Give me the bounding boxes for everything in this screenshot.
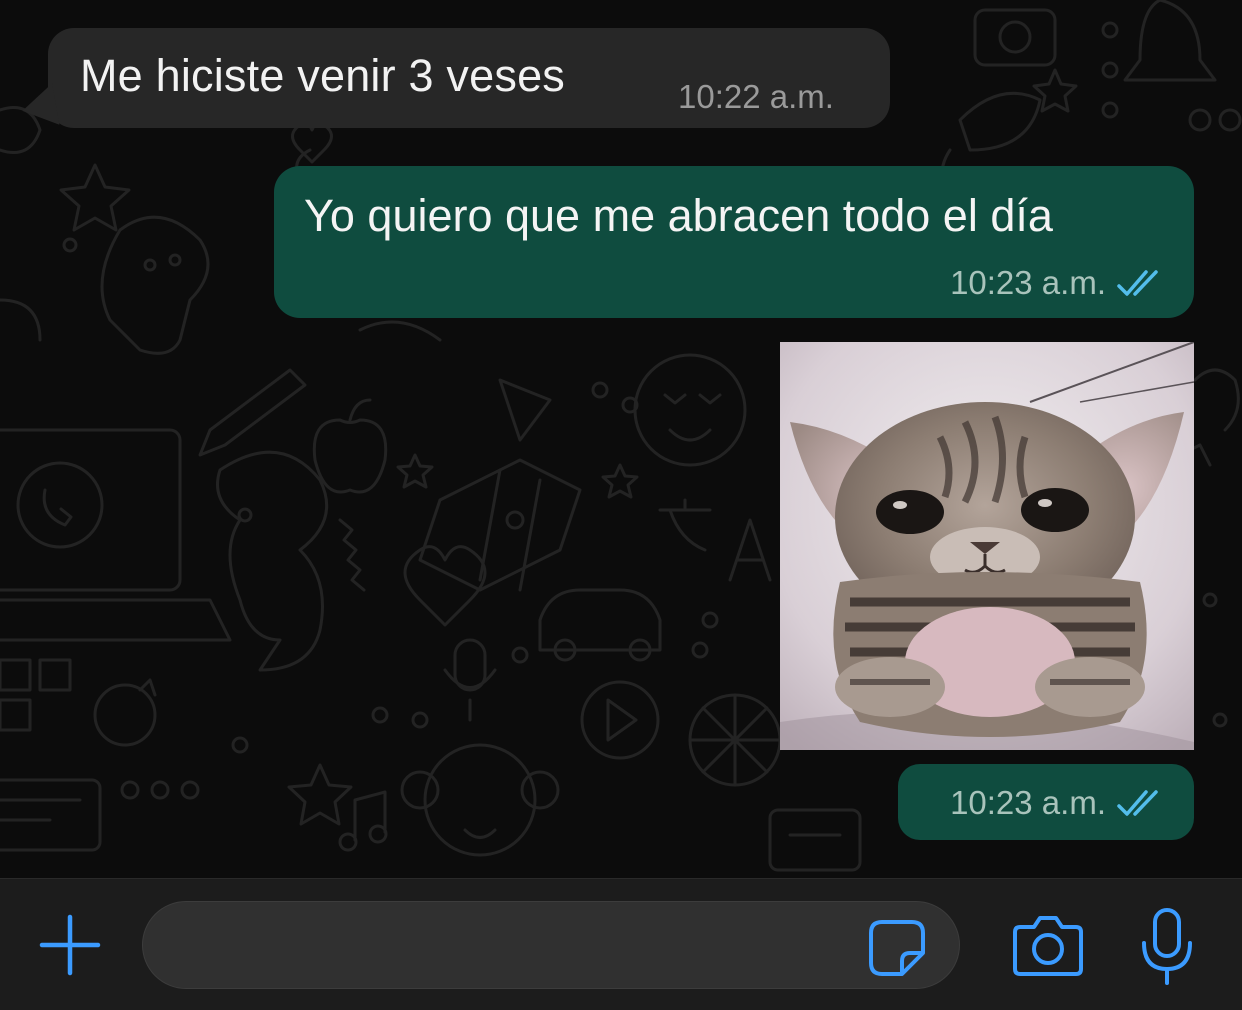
chat-screen: Me hiciste venir 3 veses 10:22 a.m. Yo q… bbox=[0, 0, 1242, 1010]
plus-icon[interactable] bbox=[38, 913, 102, 977]
double-check-icon bbox=[1117, 790, 1158, 816]
message-meta: 10:23 a.m. bbox=[950, 784, 1164, 822]
message-time: 10:23 a.m. bbox=[950, 784, 1106, 821]
kitten-image bbox=[780, 342, 1194, 750]
sticker-icon[interactable] bbox=[868, 919, 926, 977]
bubble-tail bbox=[18, 83, 60, 131]
message-text: Me hiciste venir 3 veses bbox=[80, 50, 565, 101]
message-text: Yo quiero que me abracen todo el día bbox=[304, 190, 1053, 241]
outgoing-message-bubble[interactable]: Yo quiero que me abracen todo el día 10:… bbox=[274, 166, 1194, 318]
message-input[interactable] bbox=[142, 901, 960, 989]
microphone-icon[interactable] bbox=[1138, 907, 1196, 987]
image-message-meta: 10:23 a.m. bbox=[898, 764, 1194, 840]
message-time: 10:23 a.m. bbox=[950, 264, 1106, 301]
message-list: Me hiciste venir 3 veses 10:22 a.m. Yo q… bbox=[0, 0, 1242, 878]
message-input-bar bbox=[0, 878, 1242, 1010]
camera-icon[interactable] bbox=[1012, 913, 1084, 977]
message-meta: 10:23 a.m. bbox=[950, 264, 1164, 302]
double-check-icon bbox=[1117, 270, 1158, 296]
kitten-image-message[interactable] bbox=[780, 342, 1194, 750]
incoming-message-bubble[interactable]: Me hiciste venir 3 veses 10:22 a.m. bbox=[18, 28, 890, 131]
message-time: 10:22 a.m. bbox=[678, 78, 834, 115]
